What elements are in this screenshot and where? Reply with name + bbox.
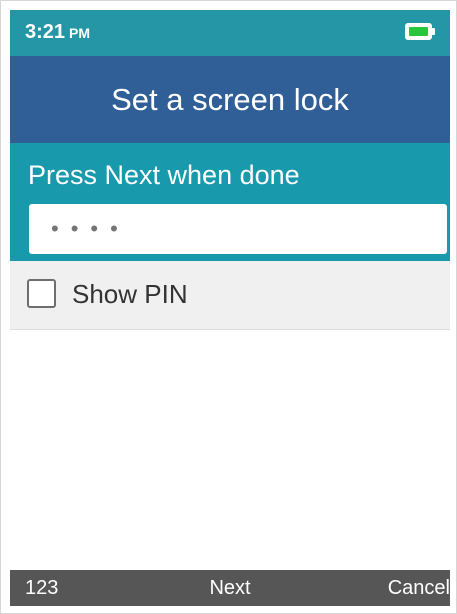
- device-frame: 3:21 PM Set a screen lock Press Next when…: [0, 0, 457, 614]
- title-bar: Set a screen lock: [10, 56, 450, 143]
- input-mode-softkey[interactable]: 123: [25, 570, 58, 606]
- status-ampm: PM: [69, 25, 91, 41]
- battery-level-fill: [409, 27, 428, 36]
- battery-tip-icon: [432, 28, 435, 35]
- phone-screen: 3:21 PM Set a screen lock Press Next when…: [10, 10, 450, 606]
- status-clock: 3:21 PM: [25, 20, 90, 45]
- next-button[interactable]: Next: [180, 570, 280, 606]
- status-time: 3:21: [25, 21, 66, 43]
- show-pin-label: Show PIN: [72, 279, 188, 309]
- pin-entry-area: Press Next when done ••••: [10, 143, 450, 261]
- entry-prompt: Press Next when done: [28, 160, 300, 190]
- battery-icon: [405, 23, 432, 40]
- cancel-button[interactable]: Cancel: [388, 570, 450, 606]
- show-pin-checkbox[interactable]: [27, 279, 56, 308]
- status-bar: 3:21 PM: [10, 10, 450, 56]
- softkey-bar: 123 Next Cancel: [10, 570, 450, 606]
- page-title: Set a screen lock: [111, 82, 349, 117]
- show-pin-option[interactable]: Show PIN: [10, 261, 450, 330]
- pin-input[interactable]: ••••: [29, 204, 447, 254]
